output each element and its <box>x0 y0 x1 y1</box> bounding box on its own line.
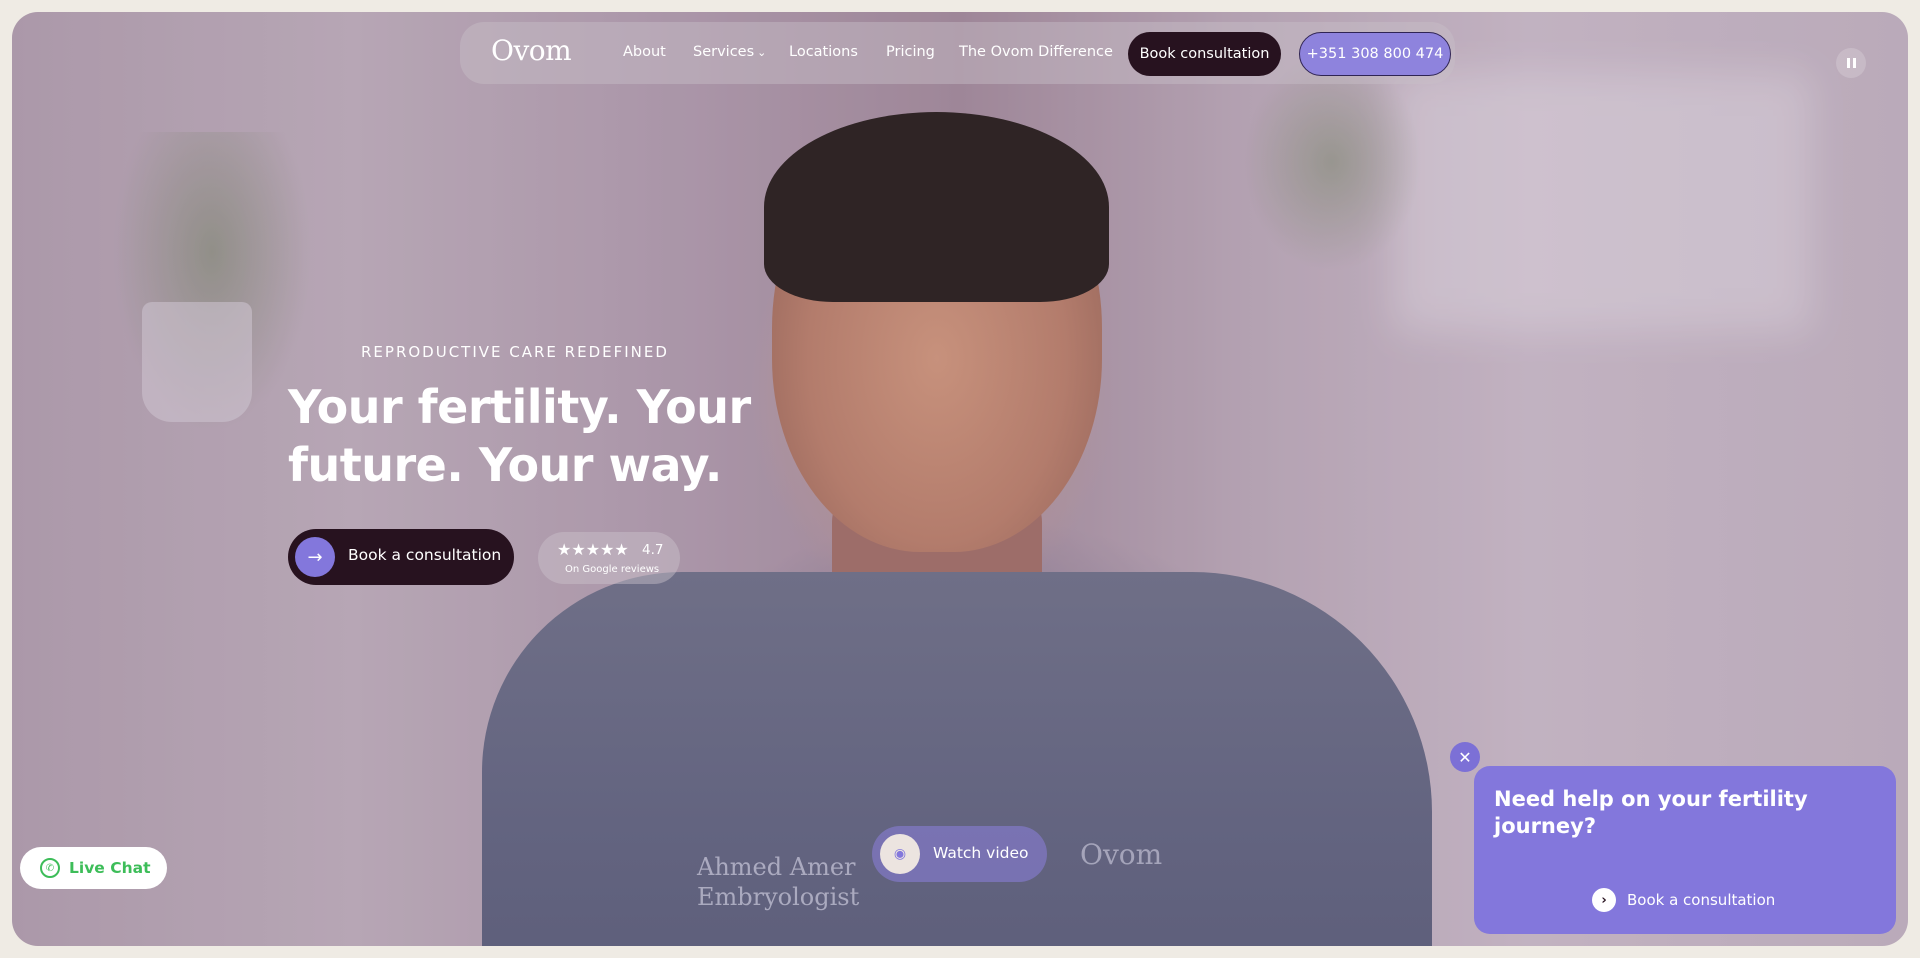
eye-icon: ◉ <box>880 834 920 874</box>
phone-button[interactable]: +351 308 800 474 <box>1299 32 1451 76</box>
arrow-right-icon: → <box>295 537 335 577</box>
scrubs-logo: Ovom <box>1080 838 1163 871</box>
person-hair <box>764 112 1109 302</box>
nav-link-ovom-difference[interactable]: The Ovom Difference <box>959 44 1113 60</box>
close-icon[interactable]: ✕ <box>1450 742 1480 772</box>
plant-decoration-right <box>1242 52 1422 272</box>
chevron-down-icon: ⌄ <box>757 46 767 59</box>
watch-video-button[interactable]: ◉ Watch video <box>872 826 1047 882</box>
star-rating-icons: ★★★★★ <box>557 540 629 559</box>
book-a-consultation-button[interactable]: → Book a consultation <box>288 529 514 585</box>
scrubs-name: Ahmed Amer <box>697 853 856 881</box>
rating-caption: On Google reviews <box>565 564 660 575</box>
rating-value: 4.7 <box>642 542 664 558</box>
person-scrubs <box>482 572 1432 946</box>
help-card: Need help on your fertility journey? › B… <box>1474 766 1896 934</box>
main-nav: Ovom About Services ⌄ Locations Pricing T… <box>460 22 1455 84</box>
nav-link-locations[interactable]: Locations <box>789 44 858 60</box>
hero-eyebrow: REPRODUCTIVE CARE REDEFINED <box>361 343 669 361</box>
nav-link-pricing[interactable]: Pricing <box>886 44 935 60</box>
scrubs-role: Embryologist <box>697 883 860 911</box>
whatsapp-icon: ✆ <box>40 858 60 878</box>
help-cta-label: Book a consultation <box>1627 891 1776 909</box>
nav-link-services[interactable]: Services ⌄ <box>693 44 766 60</box>
pause-icon <box>1846 58 1850 68</box>
cta-label: Book a consultation <box>348 546 502 564</box>
ovom-logo[interactable]: Ovom <box>491 34 572 67</box>
help-book-consultation-link[interactable]: › Book a consultation <box>1592 888 1775 912</box>
hero-headline: Your fertility. Your future. Your way. <box>288 380 751 492</box>
chevron-right-icon: › <box>1592 888 1616 912</box>
scrubs-embroidery: Ahmed Amer Embryologist <box>697 852 859 912</box>
google-rating-badge[interactable]: ★★★★★ 4.7 On Google reviews <box>538 532 680 584</box>
live-chat-label: Live Chat <box>69 859 151 877</box>
live-chat-button[interactable]: ✆ Live Chat <box>20 847 167 889</box>
watch-video-label: Watch video <box>933 844 1029 862</box>
help-card-title: Need help on your fertility journey? <box>1494 787 1808 838</box>
nav-link-services-label: Services <box>693 44 755 60</box>
plant-decoration <box>112 132 312 432</box>
nav-link-about[interactable]: About <box>623 44 666 60</box>
pause-video-button[interactable] <box>1836 48 1866 78</box>
plant-pot <box>142 302 252 422</box>
book-consultation-button[interactable]: Book consultation <box>1128 32 1281 76</box>
